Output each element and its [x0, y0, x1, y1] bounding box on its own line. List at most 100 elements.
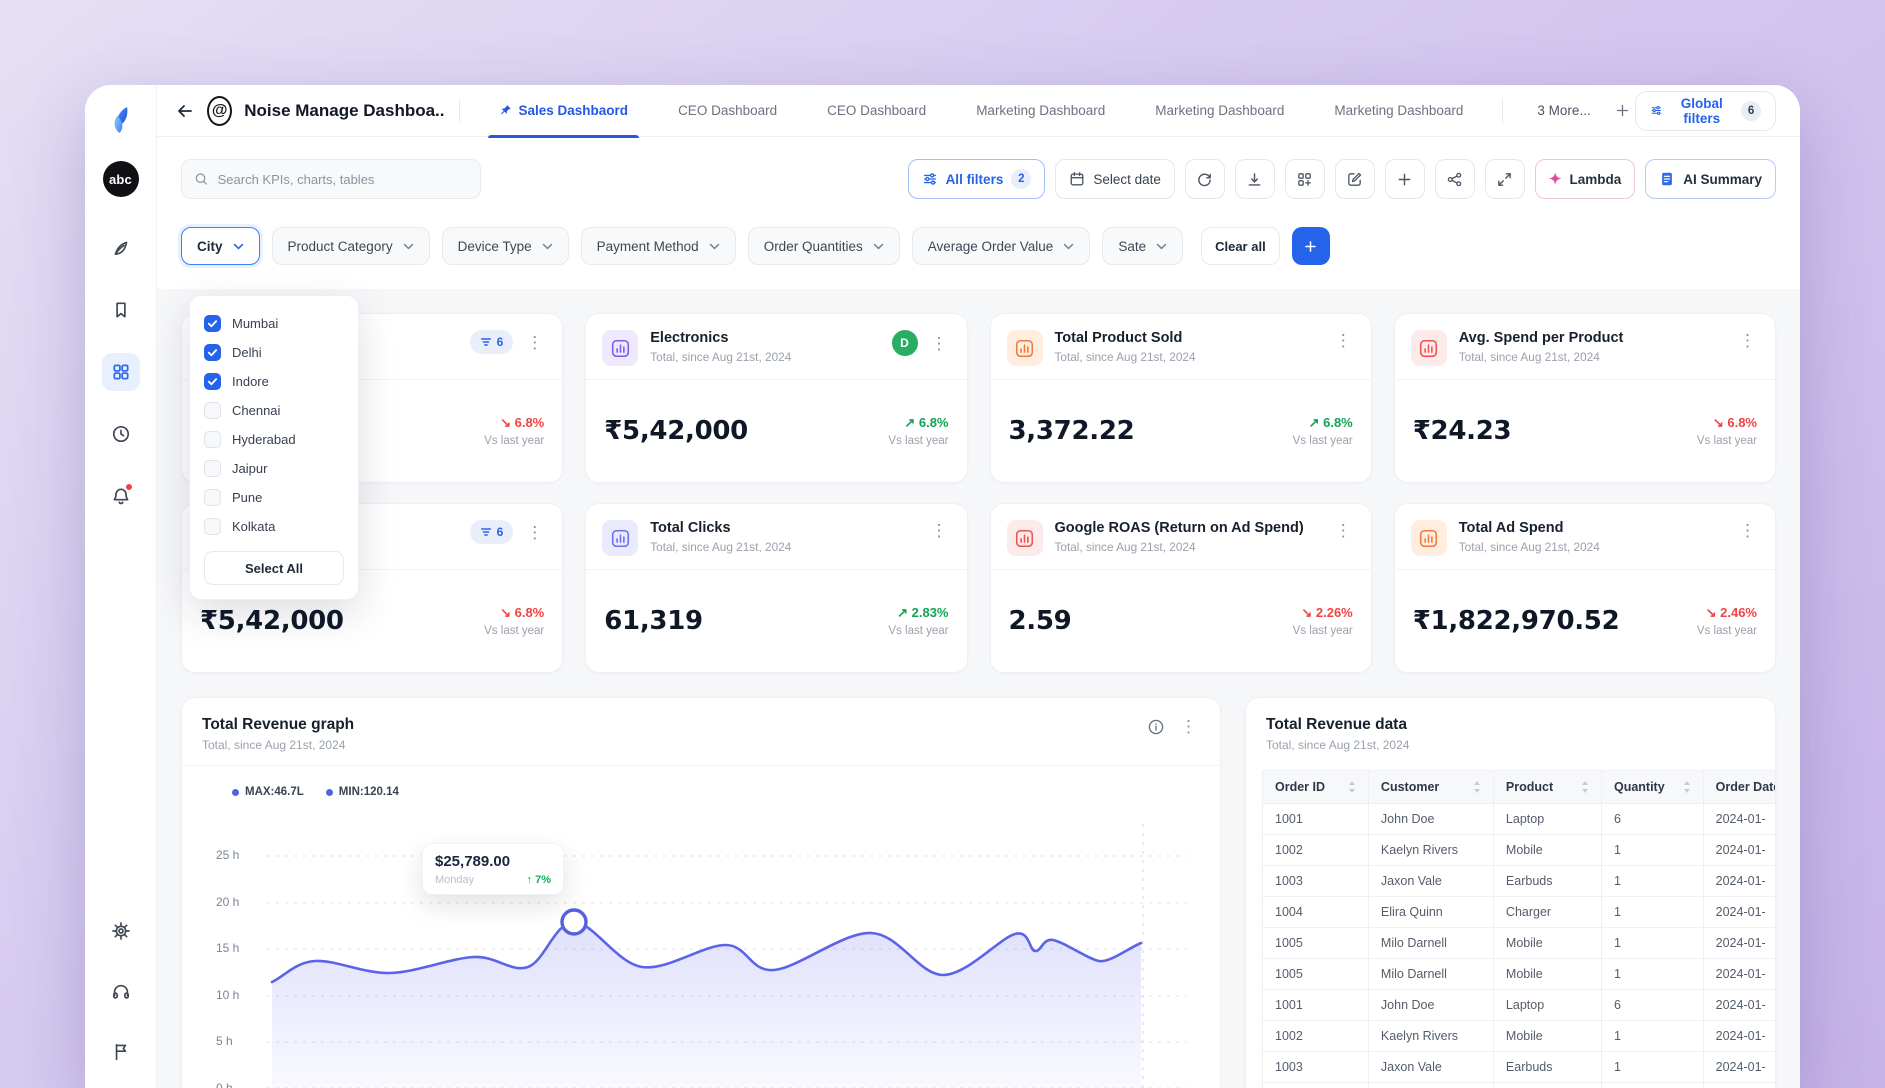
- sidebar-item-dashboards[interactable]: [102, 353, 140, 391]
- app-logo-icon[interactable]: [102, 101, 140, 139]
- search-box[interactable]: [181, 159, 481, 199]
- city-option-delhi[interactable]: Delhi: [204, 338, 344, 367]
- sidebar-item-bookmarks[interactable]: [102, 291, 140, 329]
- card-menu-button[interactable]: ⋮: [1332, 330, 1355, 351]
- select-date-button[interactable]: Select date: [1055, 159, 1175, 199]
- table-row[interactable]: 1001John DoeLaptop62024-01-: [1263, 804, 1776, 835]
- tab-marketing-dashboard-2[interactable]: Marketing Dashboard: [1130, 85, 1309, 137]
- ai-summary-button[interactable]: AI Summary: [1645, 159, 1776, 199]
- card-menu-button[interactable]: ⋮: [523, 332, 546, 353]
- add-button[interactable]: [1385, 159, 1425, 199]
- tab-sales-dashboard[interactable]: Sales Dashbaord: [474, 85, 654, 137]
- checkbox[interactable]: [204, 402, 221, 419]
- filter-chip-order-quantities[interactable]: Order Quantities: [748, 227, 900, 265]
- share-button[interactable]: [1435, 159, 1475, 199]
- kpi-change: ↗ 2.83%: [888, 605, 948, 621]
- checkbox[interactable]: [204, 344, 221, 361]
- gear-icon: [111, 921, 131, 941]
- tab-marketing-dashboard-1[interactable]: Marketing Dashboard: [951, 85, 1130, 137]
- table-header-row: Order ID Customer Product Quantity Order…: [1263, 771, 1776, 804]
- grid-plus-icon: [1296, 171, 1313, 188]
- all-filters-button[interactable]: All filters 2: [908, 159, 1046, 199]
- table-row[interactable]: 1002Kaelyn RiversMobile12024-01-: [1263, 1021, 1776, 1052]
- add-filter-button[interactable]: [1292, 227, 1330, 265]
- checkbox[interactable]: [204, 373, 221, 390]
- fullscreen-button[interactable]: [1485, 159, 1525, 199]
- edit-button[interactable]: [1335, 159, 1375, 199]
- select-all-button[interactable]: Select All: [204, 551, 344, 585]
- info-icon[interactable]: [1147, 718, 1165, 736]
- table-row[interactable]: 1003Jaxon ValeEarbuds12024-01-: [1263, 866, 1776, 897]
- table-cell: Elira Quinn: [1368, 897, 1493, 928]
- table-row[interactable]: 1002Kaelyn RiversMobile12024-01-: [1263, 835, 1776, 866]
- panel-menu-button[interactable]: ⋮: [1177, 716, 1200, 737]
- lambda-button[interactable]: ✦ Lambda: [1535, 159, 1635, 199]
- option-label: Kolkata: [232, 519, 275, 534]
- city-option-kolkata[interactable]: Kolkata: [204, 512, 344, 541]
- refresh-button[interactable]: [1185, 159, 1225, 199]
- card-menu-button[interactable]: ⋮: [523, 522, 546, 543]
- add-widget-button[interactable]: [1285, 159, 1325, 199]
- table-row[interactable]: 1001John DoeLaptop62024-01-: [1263, 990, 1776, 1021]
- card-menu-button[interactable]: ⋮: [928, 520, 951, 541]
- filter-chip-average-order-value[interactable]: Average Order Value: [912, 227, 1091, 265]
- settings-button[interactable]: [102, 912, 140, 950]
- table-row[interactable]: 1004Elira QuinnCharger12024-01-: [1263, 897, 1776, 928]
- checkbox[interactable]: [204, 431, 221, 448]
- checkbox[interactable]: [204, 315, 221, 332]
- feedback-button[interactable]: [102, 1032, 140, 1070]
- column-header-product[interactable]: Product: [1493, 771, 1601, 804]
- city-option-chennai[interactable]: Chennai: [204, 396, 344, 425]
- tab-ceo-dashboard-1[interactable]: CEO Dashboard: [653, 85, 802, 137]
- support-button[interactable]: [102, 972, 140, 1010]
- more-tabs-button[interactable]: 3 More...: [1517, 103, 1610, 118]
- city-option-mumbai[interactable]: Mumbai: [204, 309, 344, 338]
- table-row[interactable]: 1005Milo DarnellMobile12024-01-: [1263, 959, 1776, 990]
- kpi-change: ↗ 6.8%: [888, 415, 948, 431]
- filter-count-badge[interactable]: 6: [470, 330, 514, 354]
- sidebar-item-notifications[interactable]: [102, 477, 140, 515]
- tab-marketing-dashboard-3[interactable]: Marketing Dashboard: [1309, 85, 1488, 137]
- city-option-hyderabad[interactable]: Hyderabad: [204, 425, 344, 454]
- sidebar-item-history[interactable]: [102, 415, 140, 453]
- checkbox[interactable]: [204, 489, 221, 506]
- kpi-change: ↘ 2.26%: [1293, 605, 1353, 621]
- card-menu-button[interactable]: ⋮: [1736, 330, 1759, 351]
- global-filters-button[interactable]: Global filters 6: [1635, 91, 1776, 131]
- back-button[interactable]: [173, 96, 197, 126]
- filter-chip-sate[interactable]: Sate: [1102, 227, 1183, 265]
- kpi-card-avg-spend: Avg. Spend per Product Total, since Aug …: [1394, 313, 1776, 483]
- drilldown-badge[interactable]: D: [892, 330, 918, 356]
- filter-count-badge[interactable]: 6: [470, 520, 514, 544]
- add-dashboard-button[interactable]: [1611, 96, 1635, 126]
- tab-ceo-dashboard-2[interactable]: CEO Dashboard: [802, 85, 951, 137]
- filter-chip-product-category[interactable]: Product Category: [272, 227, 430, 265]
- city-option-jaipur[interactable]: Jaipur: [204, 454, 344, 483]
- workspace-avatar[interactable]: abc: [103, 161, 139, 197]
- city-option-indore[interactable]: Indore: [204, 367, 344, 396]
- card-menu-button[interactable]: ⋮: [1736, 520, 1759, 541]
- city-option-pune[interactable]: Pune: [204, 483, 344, 512]
- table-row[interactable]: 1004Elira QuinnCharger12024-01-: [1263, 1083, 1776, 1088]
- column-header-order-date[interactable]: Order Date: [1703, 771, 1775, 804]
- orders-table-container[interactable]: Order ID Customer Product Quantity Order…: [1262, 770, 1775, 1088]
- filter-chip-payment-method[interactable]: Payment Method: [581, 227, 736, 265]
- chevron-down-icon: [542, 243, 553, 250]
- checkbox[interactable]: [204, 460, 221, 477]
- search-input[interactable]: [218, 172, 468, 187]
- download-button[interactable]: [1235, 159, 1275, 199]
- table-row[interactable]: 1003Jaxon ValeEarbuds12024-01-: [1263, 1052, 1776, 1083]
- filter-chip-device-type[interactable]: Device Type: [442, 227, 569, 265]
- clear-all-button[interactable]: Clear all: [1201, 227, 1280, 265]
- table-row[interactable]: 1005Milo DarnellMobile12024-01-: [1263, 928, 1776, 959]
- column-header-quantity[interactable]: Quantity: [1601, 771, 1703, 804]
- card-menu-button[interactable]: ⋮: [928, 333, 951, 354]
- column-header-order-id[interactable]: Order ID: [1263, 771, 1369, 804]
- checkbox[interactable]: [204, 518, 221, 535]
- filter-chip-city[interactable]: City: [181, 227, 260, 265]
- sidebar-item-feed[interactable]: [102, 229, 140, 267]
- card-menu-button[interactable]: ⋮: [1332, 520, 1355, 541]
- table-cell: Laptop: [1493, 804, 1601, 835]
- column-header-customer[interactable]: Customer: [1368, 771, 1493, 804]
- highlighted-point[interactable]: [562, 910, 586, 934]
